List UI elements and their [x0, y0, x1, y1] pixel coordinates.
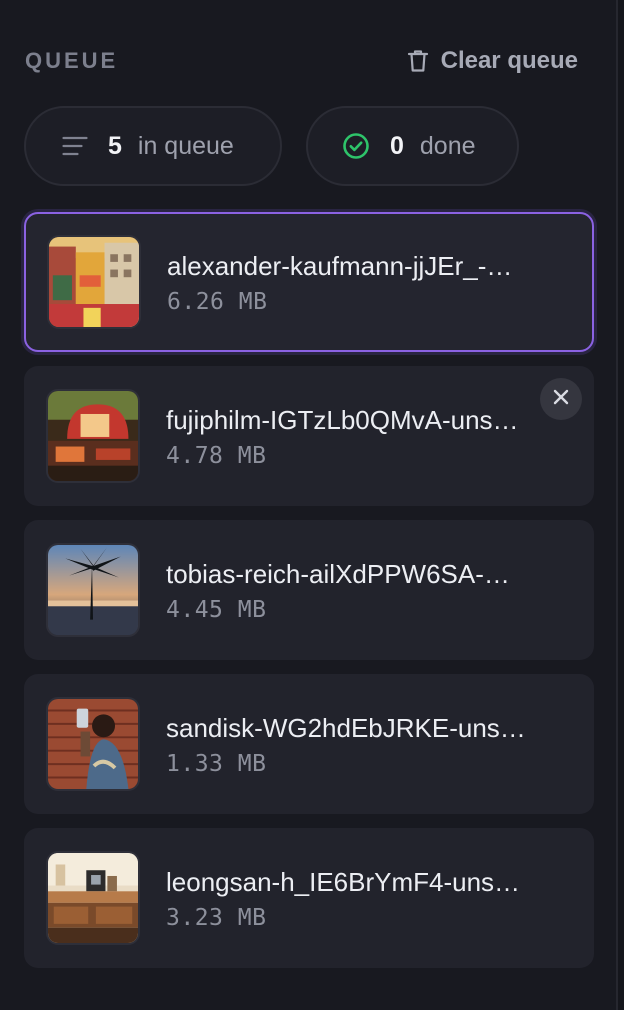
- queue-list: alexander-kaufmann-jjJEr_-… 6.26 MB fuji…: [24, 212, 594, 982]
- file-size: 4.45 MB: [166, 597, 267, 623]
- image-thumbnail: [46, 543, 140, 637]
- clear-queue-button[interactable]: Clear queue: [407, 47, 578, 75]
- file-size: 6.26 MB: [167, 289, 268, 315]
- queue-item[interactable]: alexander-kaufmann-jjJEr_-… 6.26 MB: [24, 212, 594, 352]
- queue-item[interactable]: sandisk-WG2hdEbJRKE-uns… 1.33 MB: [24, 674, 594, 814]
- image-thumbnail: [46, 389, 140, 483]
- file-name: sandisk-WG2hdEbJRKE-uns…: [166, 713, 526, 743]
- item-meta: fujiphilm-IGTzLb0QMvA-uns… 4.78 MB: [166, 403, 570, 469]
- image-thumbnail: [46, 851, 140, 945]
- done-stat: 0 done: [306, 106, 519, 186]
- in-queue-label: in queue: [137, 131, 234, 160]
- file-name: alexander-kaufmann-jjJEr_-…: [167, 251, 513, 281]
- queue-item[interactable]: fujiphilm-IGTzLb0QMvA-uns… 4.78 MB: [24, 366, 594, 506]
- file-name: tobias-reich-ailXdPPW6SA-…: [166, 559, 510, 589]
- remove-item-button[interactable]: [540, 378, 582, 420]
- trash-icon: [407, 49, 429, 73]
- check-circle-icon: [342, 132, 370, 160]
- file-size: 3.23 MB: [166, 905, 267, 931]
- file-name: fujiphilm-IGTzLb0QMvA-uns…: [166, 405, 519, 435]
- in-queue-count: 5: [108, 131, 122, 160]
- queue-stats: 5 in queue 0 done: [24, 106, 519, 186]
- file-size: 1.33 MB: [166, 751, 267, 777]
- clear-queue-label: Clear queue: [440, 47, 578, 74]
- item-meta: sandisk-WG2hdEbJRKE-uns… 1.33 MB: [166, 711, 570, 777]
- file-size: 4.78 MB: [166, 443, 267, 469]
- queue-item[interactable]: tobias-reich-ailXdPPW6SA-… 4.45 MB: [24, 520, 594, 660]
- queue-header: QUEUE Clear queue: [25, 44, 578, 78]
- done-label: done: [419, 131, 476, 160]
- list-icon: [62, 136, 88, 156]
- done-count: 0: [390, 131, 404, 160]
- in-queue-stat: 5 in queue: [24, 106, 282, 186]
- item-meta: tobias-reich-ailXdPPW6SA-… 4.45 MB: [166, 557, 570, 623]
- item-meta: leongsan-h_IE6BrYmF4-uns… 3.23 MB: [166, 865, 570, 931]
- item-meta: alexander-kaufmann-jjJEr_-… 6.26 MB: [167, 249, 571, 315]
- file-name: leongsan-h_IE6BrYmF4-uns…: [166, 867, 521, 897]
- queue-item[interactable]: leongsan-h_IE6BrYmF4-uns… 3.23 MB: [24, 828, 594, 968]
- close-icon: [553, 389, 569, 410]
- image-thumbnail: [47, 235, 141, 329]
- queue-title: QUEUE: [25, 48, 119, 73]
- queue-panel: QUEUE Clear queue 5 in queue 0 done alex…: [0, 0, 618, 1010]
- image-thumbnail: [46, 697, 140, 791]
